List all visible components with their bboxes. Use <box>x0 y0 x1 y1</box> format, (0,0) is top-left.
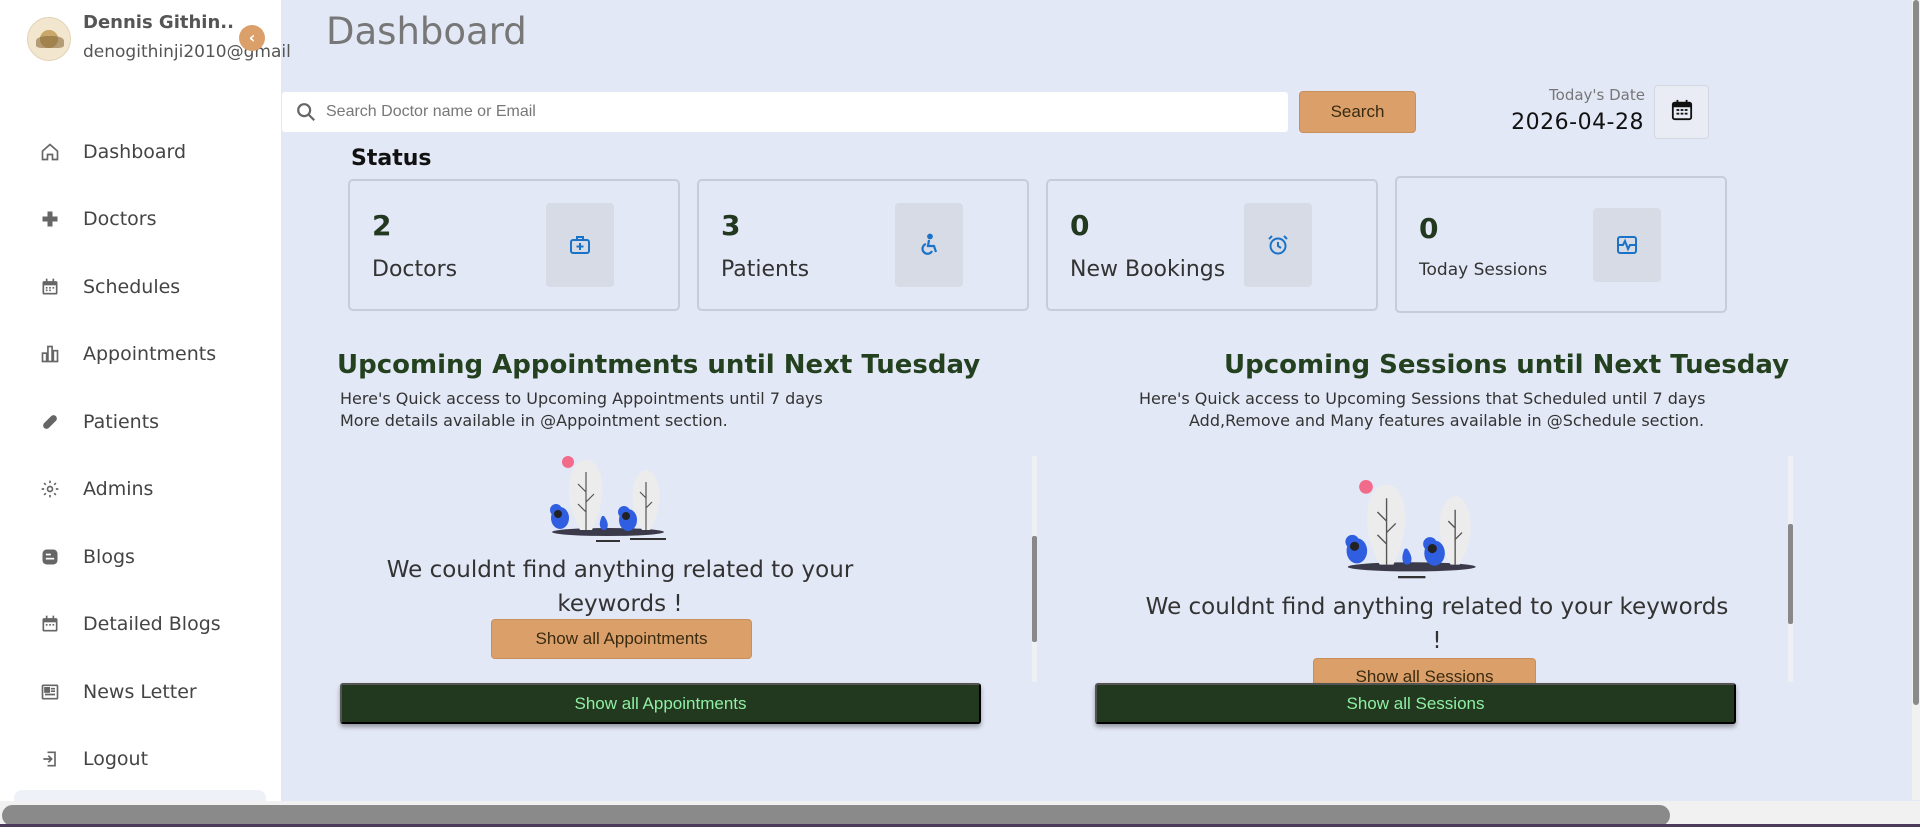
status-card-new-bookings: 0 New Bookings <box>1046 179 1378 311</box>
status-card-doctors: 2 Doctors <box>348 179 680 311</box>
show-all-appointments-button[interactable]: Show all Appointments <box>491 619 752 659</box>
sidebar-item-blogs[interactable]: Blogs <box>0 523 281 591</box>
gear-icon <box>39 478 61 500</box>
sidebar-item-label: Blogs <box>83 545 135 568</box>
profile-name: Dennis Githin.. <box>83 12 234 33</box>
bar-chart-icon <box>39 343 61 365</box>
empty-state-illustration <box>550 456 666 542</box>
sidebar-item-admins[interactable]: Admins <box>0 456 281 524</box>
status-card-value: 3 <box>721 209 741 242</box>
search-box <box>282 92 1288 132</box>
status-card-today-sessions: 0 Today Sessions <box>1395 176 1727 313</box>
page-vertical-scrollbar-thumb[interactable] <box>1913 0 1919 705</box>
status-heading: Status <box>351 146 432 171</box>
status-card-value: 0 <box>1419 212 1439 245</box>
pill-icon <box>39 411 61 433</box>
show-all-appointments-footer-button[interactable]: Show all Appointments <box>340 683 981 724</box>
status-card-value: 2 <box>372 209 392 242</box>
sidebar-item-label: Schedules <box>83 275 181 298</box>
sidebar-item-label: Logout <box>83 748 149 771</box>
sidebar-item-patients[interactable]: Patients <box>0 388 281 456</box>
collapse-sidebar-button[interactable]: ‹ <box>239 25 265 51</box>
appointments-section-title: Upcoming Appointments until Next Tuesday <box>337 350 981 380</box>
search-button[interactable]: Search <box>1299 91 1416 133</box>
appointments-description-line-2: More details available in @Appointment s… <box>340 411 728 430</box>
pulse-icon <box>1593 208 1661 282</box>
sidebar-item-dashboard[interactable]: Dashboard <box>0 118 281 186</box>
sessions-scrollbar[interactable] <box>1788 456 1793 682</box>
newspaper-icon <box>39 681 61 703</box>
sidebar-item-label: Doctors <box>83 208 157 231</box>
appointments-scrollbar[interactable] <box>1032 456 1037 682</box>
search-input[interactable] <box>326 92 1276 132</box>
sessions-empty-message: We couldnt find anything related to your… <box>1145 594 1729 654</box>
sidebar-nav: Dashboard Doctors Schedules Appointments… <box>0 118 281 793</box>
calendar-icon <box>39 613 61 635</box>
sidebar-item-label: Dashboard <box>83 140 187 163</box>
sessions-scrollbar-thumb[interactable] <box>1788 524 1793 624</box>
sessions-section-title: Upcoming Sessions until Next Tuesday <box>1224 350 1790 380</box>
page-title: Dashboard <box>326 10 527 53</box>
status-card-patients: 3 Patients <box>697 179 1029 311</box>
appointments-description-line-1: Here's Quick access to Upcoming Appointm… <box>340 389 823 408</box>
empty-state-illustration <box>1345 480 1476 579</box>
medical-kit-icon <box>546 203 614 287</box>
sidebar-item-label: Appointments <box>83 343 217 366</box>
sidebar-item-schedules[interactable]: Schedules <box>0 253 281 321</box>
sidebar-item-appointments[interactable]: Appointments <box>0 321 281 389</box>
appointments-empty-message: We couldnt find anything related to your… <box>386 557 854 617</box>
sidebar-item-label: Patients <box>83 410 160 433</box>
avatar <box>27 17 71 61</box>
calendar-icon <box>39 276 61 298</box>
sidebar-item-doctors[interactable]: Doctors <box>0 186 281 254</box>
sidebar-item-detailed-blogs[interactable]: Detailed Blogs <box>0 591 281 659</box>
sidebar-item-label: Admins <box>83 478 154 501</box>
status-card-label: New Bookings <box>1070 257 1226 282</box>
blog-icon <box>39 546 61 568</box>
profile-header: Dennis Githin.. denogithinji2010@gmail ‹ <box>0 0 291 80</box>
plus-icon <box>39 208 61 230</box>
sessions-description-line-1: Here's Quick access to Upcoming Sessions… <box>1139 389 1706 408</box>
calendar-button[interactable] <box>1654 85 1709 139</box>
page-vertical-scrollbar[interactable] <box>1912 0 1920 800</box>
logout-icon <box>39 748 61 770</box>
calendar-icon <box>1671 99 1693 125</box>
wheelchair-icon <box>895 203 963 287</box>
show-all-sessions-footer-button[interactable]: Show all Sessions <box>1095 683 1736 724</box>
todays-date-value: 2026-04-28 <box>1511 110 1644 135</box>
sidebar-item-logout[interactable]: Logout <box>0 726 281 794</box>
sidebar-item-label: Detailed Blogs <box>83 613 221 636</box>
search-icon <box>295 101 317 123</box>
alarm-clock-icon <box>1244 203 1312 287</box>
sidebar-item-label: News Letter <box>83 680 197 703</box>
chevron-left-icon: ‹ <box>248 28 256 47</box>
sidebar-item-news-letter[interactable]: News Letter <box>0 658 281 726</box>
sidebar: Dennis Githin.. denogithinji2010@gmail ‹… <box>0 0 291 827</box>
status-card-value: 0 <box>1070 209 1090 242</box>
status-card-label: Doctors <box>372 257 458 282</box>
todays-date-label: Today's Date <box>1549 86 1645 104</box>
sessions-description-line-2: Add,Remove and Many features available i… <box>1189 411 1705 430</box>
page-horizontal-scrollbar-thumb[interactable] <box>2 805 1670 826</box>
home-icon <box>39 141 61 163</box>
appointments-scrollbar-thumb[interactable] <box>1032 536 1037 642</box>
status-card-label: Today Sessions <box>1419 260 1548 280</box>
status-card-label: Patients <box>721 257 810 282</box>
